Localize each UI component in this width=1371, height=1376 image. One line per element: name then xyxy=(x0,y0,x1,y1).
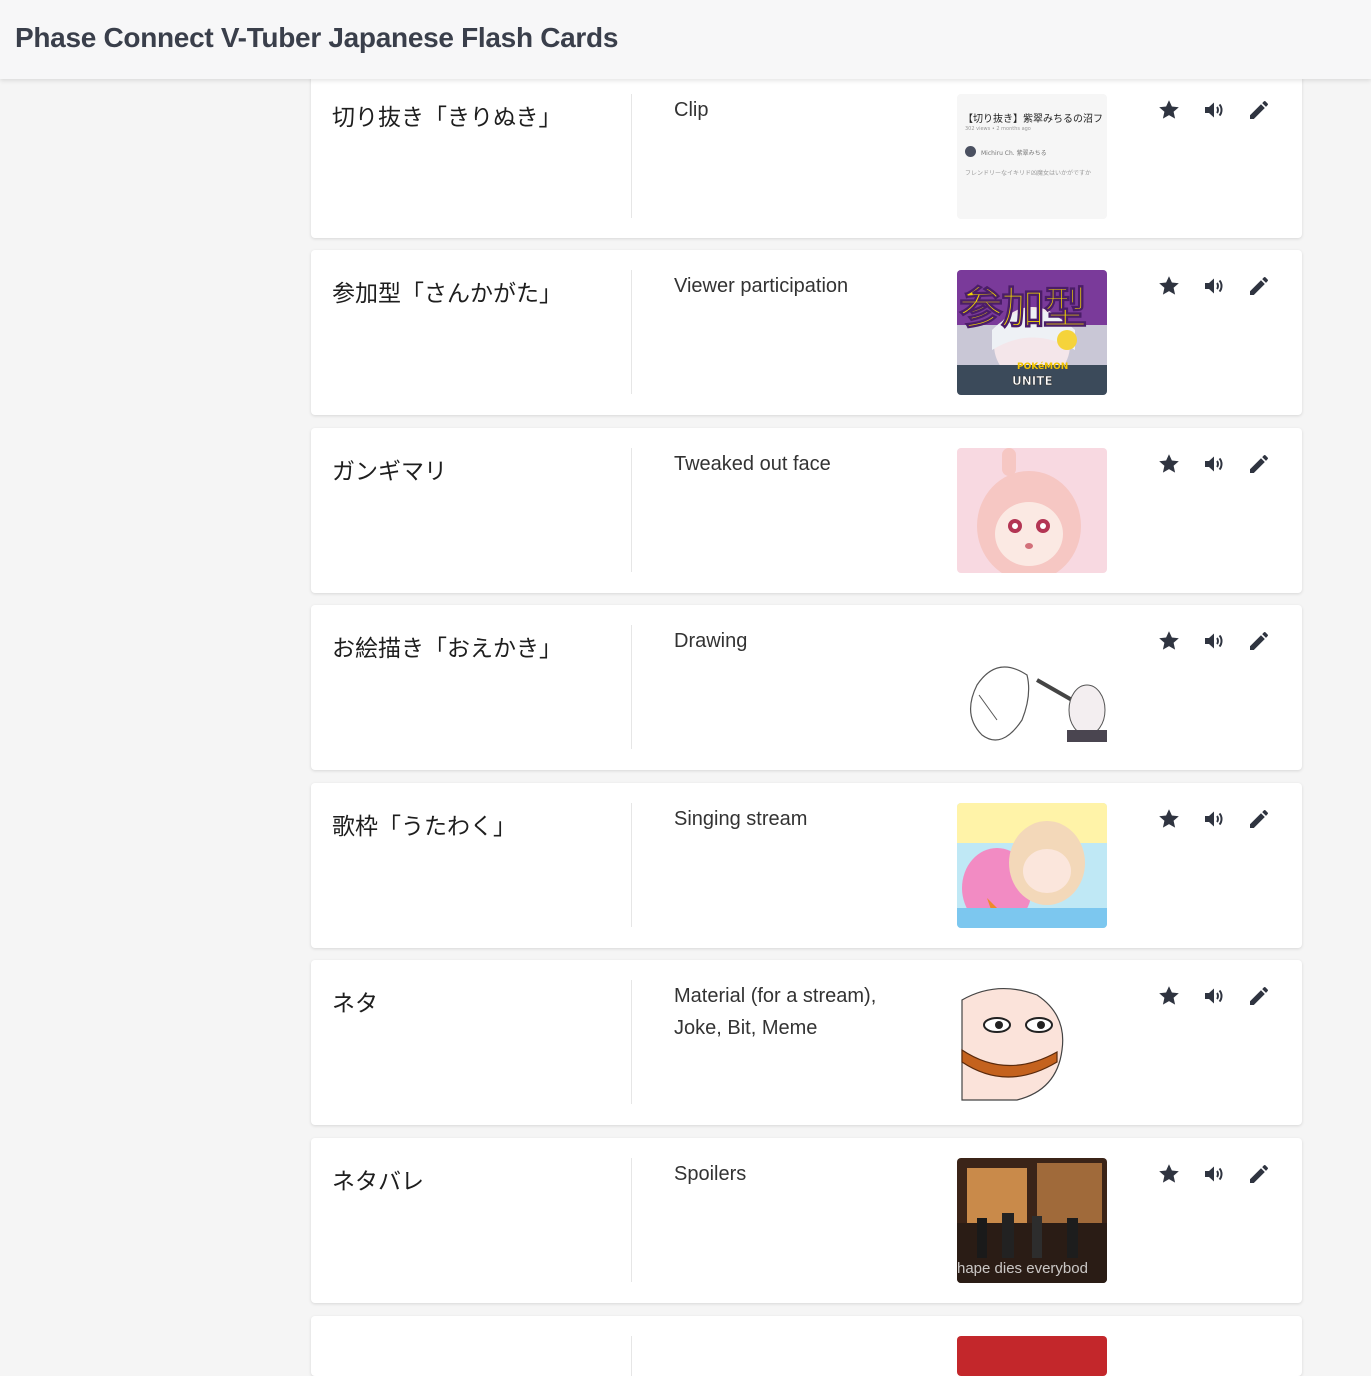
card-term: お絵描き「おえかき」 xyxy=(332,636,562,662)
card-meaning: Tweaked out face xyxy=(674,453,831,475)
volume-icon[interactable] xyxy=(1202,982,1247,1010)
thumb-video-desc: フレンドリーなイキリド凶魔女はいかがですか xyxy=(965,170,1092,177)
thumb-title-text: 参加型 xyxy=(959,283,1088,335)
star-icon[interactable] xyxy=(1157,96,1202,124)
card-meaning: Material (for a stream), Joke, Bit, Meme xyxy=(674,985,877,1039)
card-term: 歌枠「うたわく」 xyxy=(332,814,516,840)
thumb-caption: hape dies everybod xyxy=(957,1260,1088,1277)
card-actions xyxy=(1157,1160,1292,1188)
volume-icon[interactable] xyxy=(1202,272,1247,300)
flash-card: ガンギマリ Tweaked out face xyxy=(311,428,1302,593)
flash-card: お絵描き「おえかき」 Drawing xyxy=(311,605,1302,770)
flash-card: 参加型「さんかがた」 Viewer participation 参加型 POKé… xyxy=(311,250,1302,415)
card-image: 参加型 POKéMON UNITE xyxy=(957,270,1107,395)
volume-icon[interactable] xyxy=(1202,805,1247,833)
thumb-video-title: 【切り抜き】紫翠みちるの沼フ xyxy=(963,114,1103,125)
card-image xyxy=(957,625,1107,750)
card-actions xyxy=(1157,450,1292,478)
card-image xyxy=(957,803,1107,928)
flash-card xyxy=(311,1316,1302,1376)
star-icon[interactable] xyxy=(1157,272,1202,300)
card-divider xyxy=(631,980,632,1104)
card-divider xyxy=(631,1158,632,1282)
card-divider xyxy=(631,1336,632,1376)
card-term: ガンギマリ xyxy=(332,459,447,485)
volume-icon[interactable] xyxy=(1202,450,1247,478)
card-divider xyxy=(631,625,632,749)
card-image: hape dies everybod xyxy=(957,1158,1107,1283)
card-image xyxy=(957,980,1107,1105)
pencil-icon[interactable] xyxy=(1247,627,1292,655)
star-icon[interactable] xyxy=(1157,982,1202,1010)
flash-card: 歌枠「うたわく」 Singing stream xyxy=(311,783,1302,948)
app-title: Phase Connect V-Tuber Japanese Flash Car… xyxy=(15,22,619,53)
pencil-icon[interactable] xyxy=(1247,1160,1292,1188)
thumb-game-logo-sub: UNITE xyxy=(1012,374,1053,389)
thumb-game-logo: POKéMON xyxy=(1017,362,1069,372)
thumb-video-meta: 302 views • 2 months ago xyxy=(965,126,1031,132)
card-divider xyxy=(631,448,632,572)
card-term: ネタ xyxy=(332,991,378,1017)
card-image xyxy=(957,1336,1107,1376)
flash-card: 切り抜き「きりぬき」 Clip 【切り抜き】紫翠みちるの沼フ 302 views… xyxy=(311,74,1302,238)
card-actions xyxy=(1157,805,1292,833)
pencil-icon[interactable] xyxy=(1247,982,1292,1010)
volume-icon[interactable] xyxy=(1202,1160,1247,1188)
pencil-icon[interactable] xyxy=(1247,450,1292,478)
thumb-channel-name: Michiru Ch. 紫翠みちる xyxy=(981,150,1047,157)
star-icon[interactable] xyxy=(1157,1160,1202,1188)
card-term: ネタバレ xyxy=(332,1169,424,1195)
card-meaning: Singing stream xyxy=(674,808,808,830)
card-actions xyxy=(1157,272,1292,300)
card-image: 【切り抜き】紫翠みちるの沼フ 302 views • 2 months ago … xyxy=(957,94,1107,219)
card-meaning: Drawing xyxy=(674,630,748,652)
card-meaning: Clip xyxy=(674,99,709,121)
star-icon[interactable] xyxy=(1157,450,1202,478)
flash-card: ネタバレ Spoilers hape dies everybod xyxy=(311,1138,1302,1303)
pencil-icon[interactable] xyxy=(1247,96,1292,124)
card-divider xyxy=(631,270,632,394)
flash-card: ネタ Material (for a stream), Joke, Bit, M… xyxy=(311,960,1302,1125)
card-image xyxy=(957,448,1107,573)
pencil-icon[interactable] xyxy=(1247,805,1292,833)
thumb-channel-avatar xyxy=(965,146,976,157)
card-actions xyxy=(1157,96,1292,124)
star-icon[interactable] xyxy=(1157,805,1202,833)
card-actions xyxy=(1157,627,1292,655)
card-divider xyxy=(631,94,632,218)
card-actions xyxy=(1157,982,1292,1010)
volume-icon[interactable] xyxy=(1202,96,1247,124)
pencil-icon[interactable] xyxy=(1247,272,1292,300)
card-meaning: Viewer participation xyxy=(674,275,849,297)
star-icon[interactable] xyxy=(1157,627,1202,655)
volume-icon[interactable] xyxy=(1202,627,1247,655)
card-meaning: Spoilers xyxy=(674,1163,747,1185)
card-term: 参加型「さんかがた」 xyxy=(332,281,562,307)
app-header: Phase Connect V-Tuber Japanese Flash Car… xyxy=(0,0,1371,79)
card-term: 切り抜き「きりぬき」 xyxy=(332,105,562,131)
card-divider xyxy=(631,803,632,927)
